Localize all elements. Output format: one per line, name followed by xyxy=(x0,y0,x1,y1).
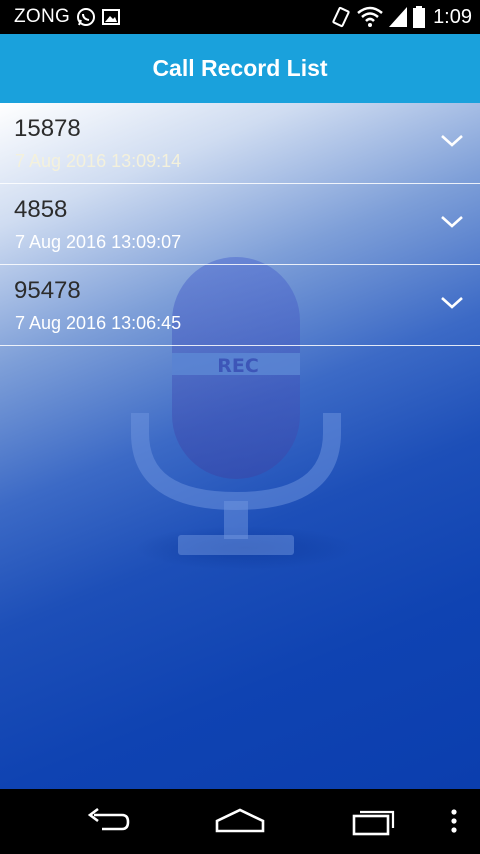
chevron-down-icon[interactable] xyxy=(440,214,464,230)
whatsapp-icon xyxy=(77,8,96,26)
battery-icon xyxy=(413,6,426,28)
navigation-bar xyxy=(0,789,480,854)
list-item[interactable]: 15878 7 Aug 2016 13:09:14 xyxy=(0,103,480,184)
status-bar: ZONG 1:09 xyxy=(0,0,480,34)
back-button[interactable] xyxy=(82,803,132,839)
list-item[interactable]: 4858 7 Aug 2016 13:09:07 xyxy=(0,184,480,265)
record-datetime: 7 Aug 2016 13:09:07 xyxy=(15,232,182,252)
status-right: 1:09 xyxy=(331,5,472,29)
record-datetime: 7 Aug 2016 13:09:14 xyxy=(15,151,182,171)
record-number: 15878 xyxy=(14,115,81,142)
clock: 1:09 xyxy=(433,5,472,28)
record-number: 95478 xyxy=(14,277,81,304)
back-icon xyxy=(87,807,130,831)
record-datetime: 7 Aug 2016 13:06:45 xyxy=(15,313,182,333)
chevron-down-icon[interactable] xyxy=(440,295,464,311)
record-number: 4858 xyxy=(14,196,68,223)
vibrate-icon xyxy=(332,6,350,28)
recent-apps-icon xyxy=(352,810,395,836)
overflow-menu-icon xyxy=(451,809,457,833)
overflow-menu-button[interactable] xyxy=(444,803,464,839)
home-button[interactable] xyxy=(213,803,267,839)
app-bar: Call Record List xyxy=(0,34,480,103)
recent-apps-button[interactable] xyxy=(349,803,399,839)
home-icon xyxy=(215,808,265,833)
cell-signal-icon xyxy=(389,7,408,27)
record-list-area[interactable]: REC 15878 7 Aug 2016 13:09:14 4858 7 Aug… xyxy=(0,103,480,789)
carrier-name: ZONG xyxy=(14,6,71,27)
page-title: Call Record List xyxy=(152,55,328,81)
record-list: 15878 7 Aug 2016 13:09:14 4858 7 Aug 201… xyxy=(0,103,480,346)
wifi-icon xyxy=(357,6,383,27)
rec-label: REC xyxy=(217,355,259,377)
chevron-down-icon[interactable] xyxy=(440,133,464,149)
list-item[interactable]: 95478 7 Aug 2016 13:06:45 xyxy=(0,265,480,346)
status-left: ZONG xyxy=(14,6,121,28)
image-notification-icon xyxy=(102,9,121,25)
